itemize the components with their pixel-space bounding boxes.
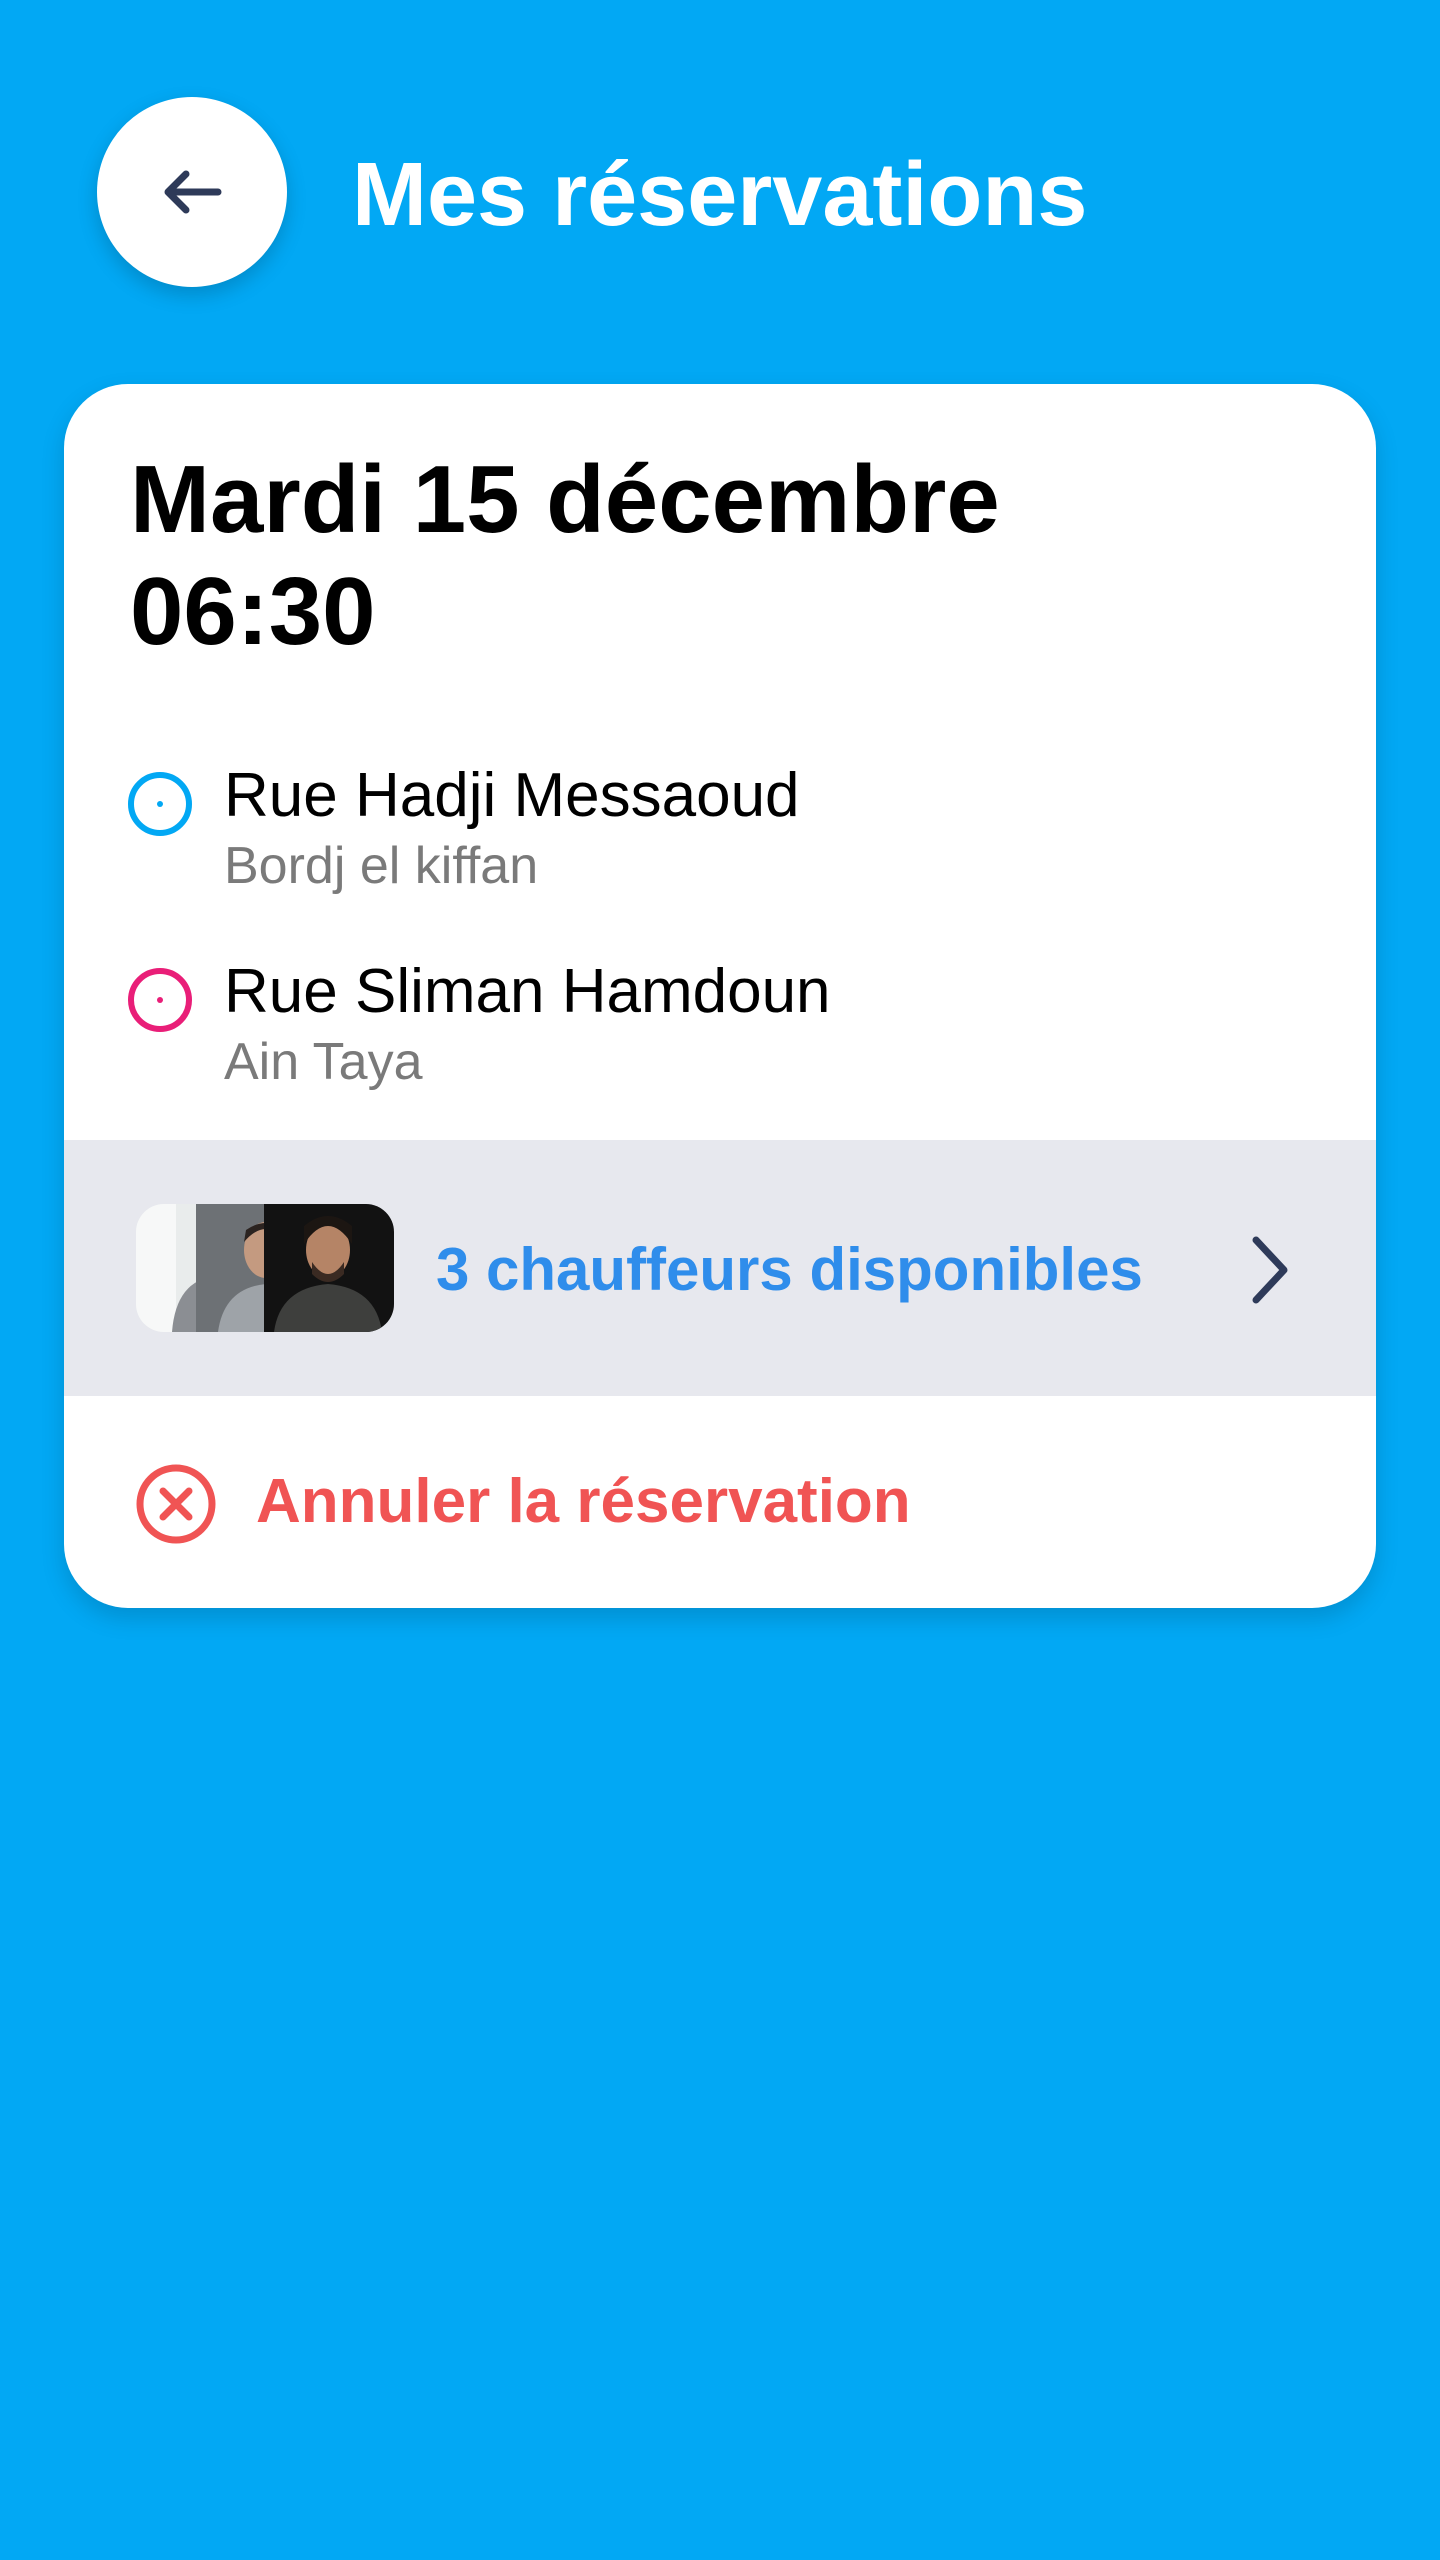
app-header: Mes réservations [0,0,1440,360]
dropoff-marker-icon [128,968,192,1032]
available-drivers-button[interactable]: 3 chauffeurs disponibles [64,1140,1376,1396]
cancel-booking-button[interactable]: Annuler la réservation [64,1396,1376,1608]
cancel-booking-label: Annuler la réservation [256,1467,911,1536]
driver-avatars [136,1204,394,1332]
pickup-stop: Rue Hadji Messaoud Bordj el kiffan [64,736,1376,895]
driver-avatar [264,1204,394,1332]
booking-card: Mardi 15 décembre 06:30 Rue Hadji Messao… [64,384,1376,1608]
dropoff-street: Rue Sliman Hamdoun [224,957,831,1026]
booking-date: Mardi 15 décembre [130,446,1000,553]
page-title: Mes réservations [352,145,1088,245]
available-drivers-label: 3 chauffeurs disponibles [436,1236,1143,1303]
back-button[interactable] [97,97,287,287]
arrow-left-icon [164,170,222,214]
cancel-circle-icon [136,1464,216,1544]
pickup-city: Bordj el kiffan [224,837,539,895]
dropoff-stop: Rue Sliman Hamdoun Ain Taya [64,932,1376,1091]
dropoff-city: Ain Taya [224,1033,423,1091]
pickup-marker-icon [128,772,192,836]
pickup-street: Rue Hadji Messaoud [224,761,800,830]
chevron-right-icon [1252,1236,1288,1304]
booking-datetime: Mardi 15 décembre 06:30 [130,444,1330,668]
booking-time: 06:30 [130,558,376,665]
